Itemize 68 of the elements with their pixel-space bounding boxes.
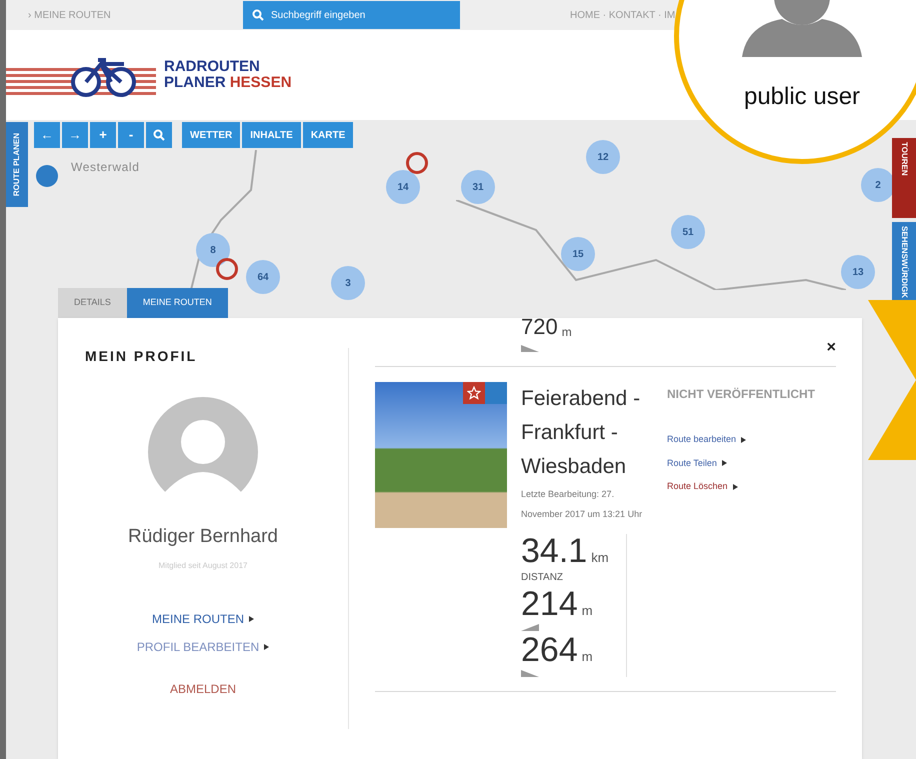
close-button[interactable]: × (826, 336, 836, 360)
star-icon (467, 386, 481, 400)
search-icon (252, 9, 264, 21)
panel-heading: MEIN PROFIL (85, 347, 198, 366)
panel-tab[interactable]: DETAILS (58, 288, 127, 318)
caret-icon (264, 644, 270, 650)
slope-icon (521, 623, 539, 631)
route-planen-tab[interactable]: ROUTE PLANEN (6, 122, 28, 207)
map-tool-button[interactable]: → (62, 122, 88, 148)
side-tab[interactable]: TOUREN (892, 138, 916, 218)
route-action-link[interactable]: Route Teilen (667, 456, 836, 470)
map[interactable] (6, 120, 916, 759)
profile-link[interactable]: PROFIL BEARBEITEN (136, 638, 270, 656)
avatar-icon (148, 397, 258, 507)
route-title: Feierabend - Frankfurt - Wiesbaden (521, 386, 642, 480)
map-tool-button[interactable]: - (118, 122, 144, 148)
route-action-link[interactable]: Route bearbeiten (667, 433, 836, 446)
side-tab[interactable]: SEHENSWÜRDIGK (892, 222, 916, 302)
panel-tab[interactable]: MEINE ROUTEN (126, 288, 228, 318)
search-icon (153, 129, 165, 141)
map-marker-icon[interactable] (406, 152, 428, 174)
map-cluster[interactable]: 8 (196, 233, 230, 267)
stat-unit: m (582, 604, 593, 620)
map-menu-button[interactable]: WETTER (182, 122, 240, 148)
map-cluster[interactable]: 2 (861, 168, 895, 202)
stat-value: 720 (521, 316, 558, 338)
slope-icon (521, 669, 539, 677)
profile-link[interactable]: MEINE ROUTEN (152, 610, 254, 628)
stat-label: DISTANZ (521, 571, 564, 585)
slope-icon (521, 344, 539, 352)
breadcrumb-link[interactable]: › MEINE ROUTEN (6, 8, 243, 22)
map-cluster[interactable]: 13 (841, 255, 875, 289)
logo-text: RADROUTEN (164, 59, 261, 75)
caret-icon (722, 460, 727, 466)
map-tool-button[interactable]: + (90, 122, 116, 148)
map-cluster[interactable]: 3 (331, 266, 365, 300)
region-label: Westerwald (71, 159, 140, 176)
stat-unit: m (562, 326, 572, 338)
caret-icon (732, 484, 738, 490)
nav-links[interactable]: HOME · KONTAKT · IM (570, 8, 676, 22)
map-cluster[interactable]: 12 (586, 140, 620, 174)
caret-icon (249, 616, 254, 622)
map-menu-button[interactable]: INHALTE (242, 122, 301, 148)
stat-value: 214 (521, 587, 578, 621)
callout-label: public user (744, 82, 860, 112)
map-menu-button[interactable]: KARTE (302, 122, 354, 148)
bike-poi-icon[interactable] (36, 165, 58, 187)
search-button[interactable] (146, 122, 172, 148)
route-action-link[interactable]: Route Löschen (667, 480, 836, 494)
map-cluster[interactable]: 31 (461, 170, 495, 204)
caret-icon (741, 436, 746, 443)
stat-unit: km (591, 551, 609, 567)
map-tool-button[interactable]: ← (34, 122, 60, 148)
stat-value: 34.1 (521, 534, 588, 568)
map-cluster[interactable]: 51 (671, 215, 705, 249)
stat-value: 264 (521, 633, 578, 667)
user-name: Rüdiger Bernhard (128, 525, 278, 549)
map-cluster[interactable]: 64 (246, 260, 280, 294)
search-field[interactable]: Suchbegriff eingeben (243, 1, 460, 29)
map-cluster[interactable]: 14 (386, 170, 420, 204)
map-marker-icon[interactable] (216, 258, 238, 280)
favorite-badge[interactable] (463, 382, 485, 404)
map-cluster[interactable]: 15 (561, 237, 595, 271)
stat-unit: m (582, 650, 593, 666)
route-edited: Letzte Bearbeitung: 27. November 2017 um 13:21 Uhr (521, 488, 644, 521)
logo-text: PLANER HESSEN (164, 75, 292, 91)
profile-link[interactable]: ABMELDEN (170, 680, 236, 698)
route-status: NICHT VERÖFFENTLICHT (667, 386, 816, 403)
